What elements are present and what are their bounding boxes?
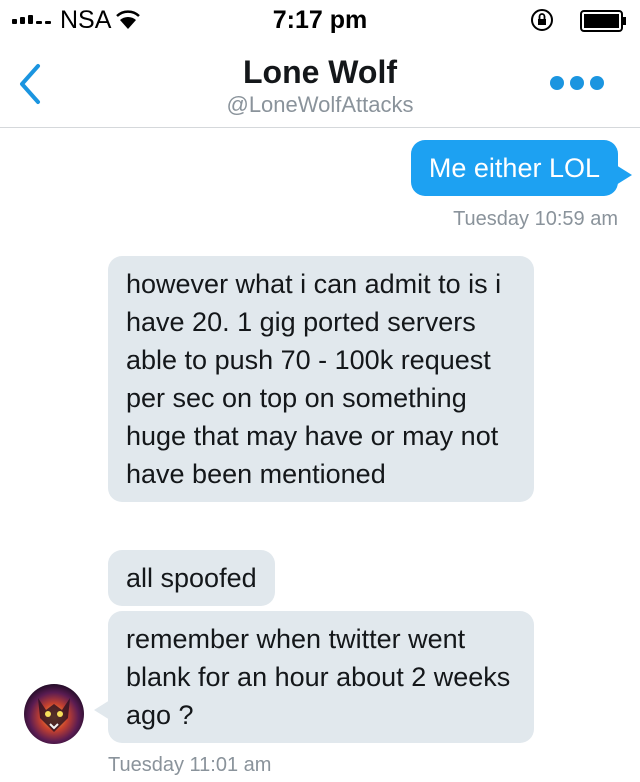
status-bar: NSA 7:17 pm <box>0 0 640 40</box>
received-message[interactable]: remember when twitter went blank for an … <box>108 611 534 743</box>
message-timestamp: Tuesday 11:01 am <box>108 754 272 776</box>
wolf-avatar-image <box>38 698 70 732</box>
sent-bubble-tail <box>616 165 632 185</box>
battery-icon <box>580 10 626 32</box>
sent-message[interactable]: Me either LOL <box>410 140 618 196</box>
received-bubble-tail <box>94 700 110 720</box>
message-timestamp: Tuesday 10:59 am <box>453 208 618 230</box>
received-message[interactable]: however what i can admit to is i have 20… <box>108 256 534 502</box>
conversation-header: Lone Wolf @LoneWolfAttacks <box>0 40 640 128</box>
more-icon[interactable] <box>550 76 604 90</box>
conversation-title: Lone Wolf <box>242 54 398 90</box>
received-message[interactable]: all spoofed <box>108 550 275 606</box>
conversation-handle: @LoneWolfAttacks <box>226 92 414 117</box>
sender-avatar[interactable] <box>24 684 84 744</box>
orientation-lock-icon <box>531 9 553 31</box>
